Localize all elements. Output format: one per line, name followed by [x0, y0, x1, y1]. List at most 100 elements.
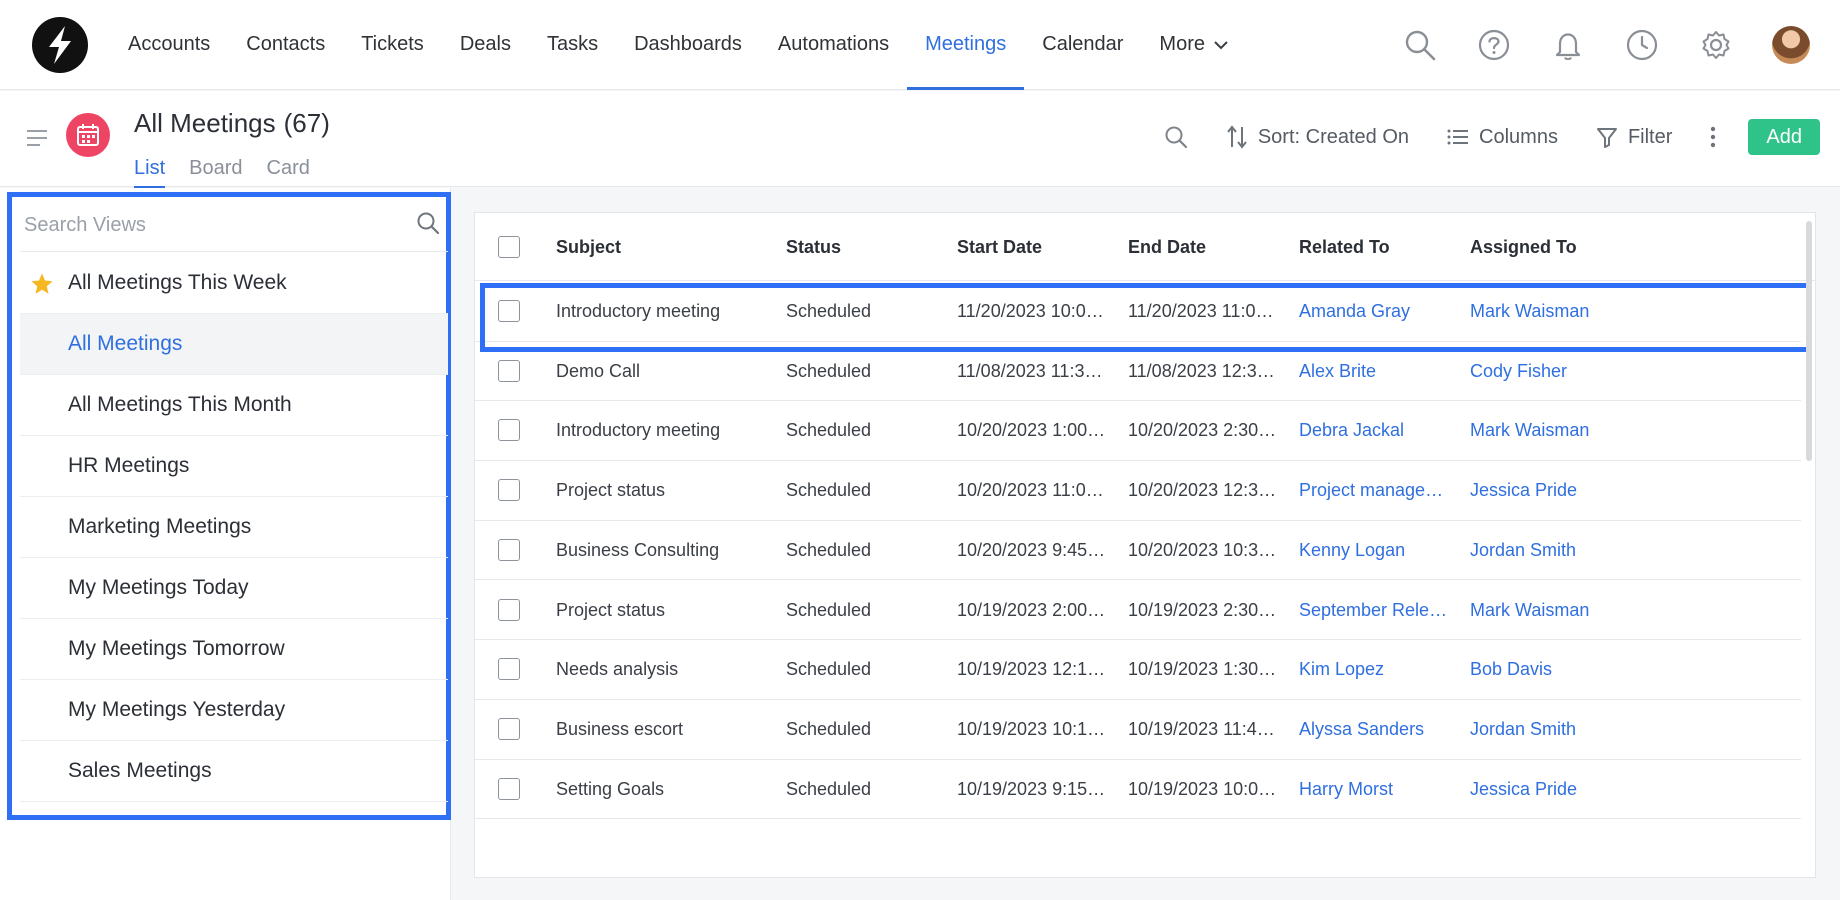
page-gutter: [1816, 188, 1840, 900]
sidebar-toggle-icon[interactable]: [26, 129, 48, 152]
nav-item-deals[interactable]: Deals: [442, 0, 529, 90]
view-item[interactable]: HR Meetings: [20, 436, 448, 497]
column-header-end-date[interactable]: End Date: [1128, 237, 1206, 258]
cell-related-to[interactable]: Kim Lopez: [1299, 659, 1449, 680]
cell-related-to[interactable]: September Relea…: [1299, 600, 1449, 621]
column-header-start-date[interactable]: Start Date: [957, 237, 1042, 258]
views-search[interactable]: Search Views: [20, 197, 448, 252]
cell-related-to[interactable]: Kenny Logan: [1299, 540, 1449, 561]
row-checkbox[interactable]: [498, 717, 520, 740]
cell-related-to[interactable]: Project managem…: [1299, 480, 1449, 501]
cell-related-to[interactable]: Amanda Gray: [1299, 301, 1449, 322]
cell-status: Scheduled: [786, 539, 872, 560]
view-item[interactable]: My Meetings Today: [20, 558, 448, 619]
cell-assigned-to[interactable]: Jessica Pride: [1470, 480, 1620, 501]
view-item[interactable]: My Meetings Yesterday: [20, 680, 448, 741]
star-icon[interactable]: [30, 272, 54, 296]
list-search-button[interactable]: [1164, 125, 1188, 149]
nav-item-automations[interactable]: Automations: [760, 0, 907, 90]
nav-utility-icons: [1402, 0, 1810, 90]
column-header-related-to[interactable]: Related To: [1299, 237, 1390, 258]
column-header-status[interactable]: Status: [786, 237, 841, 258]
row-checkbox[interactable]: [498, 479, 520, 502]
view-item[interactable]: All Meetings This Week: [20, 253, 448, 314]
cell-subject[interactable]: Demo Call: [556, 361, 766, 382]
cell-assigned-to[interactable]: Jessica Pride: [1470, 779, 1620, 800]
table-row[interactable]: Project status Scheduled 10/19/2023 2:00 P…: [475, 581, 1801, 641]
select-all-checkbox[interactable]: [498, 236, 520, 258]
table-row[interactable]: Project status Scheduled 10/20/2023 11:00 …: [475, 461, 1801, 521]
bell-icon[interactable]: [1550, 27, 1586, 63]
view-item[interactable]: Marketing Meetings: [20, 497, 448, 558]
help-icon[interactable]: [1476, 27, 1512, 63]
sort-icon: [1227, 125, 1247, 149]
table-row[interactable]: Demo Call Scheduled 11/08/2023 11:33 … 11/0…: [475, 342, 1801, 402]
avatar[interactable]: [1772, 26, 1810, 64]
nav-item-more[interactable]: More: [1141, 0, 1247, 90]
table-row[interactable]: Business escort Scheduled 10/19/2023 10:15…: [475, 700, 1801, 760]
table-scrollbar[interactable]: [1806, 221, 1812, 461]
cell-assigned-to[interactable]: Bob Davis: [1470, 659, 1620, 680]
nav-item-calendar[interactable]: Calendar: [1024, 0, 1141, 90]
view-item[interactable]: All Meetings: [20, 314, 448, 375]
views-search-input[interactable]: Search Views: [24, 214, 146, 237]
table-row[interactable]: Introductory meeting Scheduled 10/20/2023 …: [475, 401, 1801, 462]
search-icon[interactable]: [1402, 27, 1438, 63]
cell-related-to[interactable]: Harry Morst: [1299, 779, 1449, 800]
nav-item-dashboards[interactable]: Dashboards: [616, 0, 760, 90]
cell-subject[interactable]: Project status: [556, 600, 766, 621]
column-header-assigned-to[interactable]: Assigned To: [1470, 237, 1577, 258]
clock-icon[interactable]: [1624, 27, 1660, 63]
calendar-icon: [66, 113, 110, 157]
nav-item-tickets[interactable]: Tickets: [343, 0, 442, 90]
cell-related-to[interactable]: Debra Jackal: [1299, 420, 1449, 441]
more-options-button[interactable]: [1710, 126, 1716, 148]
filter-button[interactable]: Filter: [1596, 126, 1672, 149]
cell-subject[interactable]: Setting Goals: [556, 779, 766, 800]
nav-item-meetings[interactable]: Meetings: [907, 0, 1025, 90]
nav-item-accounts[interactable]: Accounts: [110, 0, 228, 90]
view-item[interactable]: Sales Meetings: [20, 741, 448, 802]
table-row[interactable]: Needs analysis Scheduled 10/19/2023 12:15 …: [475, 640, 1801, 700]
cell-subject[interactable]: Project status: [556, 480, 766, 501]
column-header-subject[interactable]: Subject: [556, 237, 621, 258]
cell-subject[interactable]: Introductory meeting: [556, 301, 766, 322]
view-item[interactable]: All Meetings This Month: [20, 375, 448, 436]
cell-related-to[interactable]: Alyssa Sanders: [1299, 719, 1449, 740]
row-checkbox[interactable]: [498, 419, 520, 442]
view-item-label: All Meetings: [68, 332, 183, 355]
nav-item-contacts[interactable]: Contacts: [228, 0, 343, 90]
view-item[interactable]: My Meetings Tomorrow: [20, 619, 448, 680]
cell-related-to[interactable]: Alex Brite: [1299, 361, 1449, 382]
sort-button[interactable]: Sort: Created On: [1226, 125, 1409, 149]
tab-list[interactable]: List: [134, 157, 166, 188]
row-checkbox[interactable]: [498, 658, 520, 681]
app-logo[interactable]: [32, 17, 88, 73]
cell-assigned-to[interactable]: Mark Waisman: [1470, 301, 1620, 322]
cell-assigned-to[interactable]: Mark Waisman: [1470, 600, 1620, 621]
row-checkbox[interactable]: [498, 598, 520, 621]
cell-subject[interactable]: Introductory meeting: [556, 420, 766, 441]
tab-board[interactable]: Board: [189, 157, 242, 188]
nav-item-tasks[interactable]: Tasks: [529, 0, 616, 90]
cell-assigned-to[interactable]: Jordan Smith: [1470, 719, 1620, 740]
gear-icon[interactable]: [1698, 27, 1734, 63]
tab-card[interactable]: Card: [267, 157, 310, 188]
cell-subject[interactable]: Needs analysis: [556, 659, 766, 680]
cell-assigned-to[interactable]: Jordan Smith: [1470, 540, 1620, 561]
row-checkbox[interactable]: [498, 359, 520, 382]
row-checkbox[interactable]: [498, 300, 520, 322]
row-checkbox[interactable]: [498, 777, 520, 800]
cell-subject[interactable]: Business escort: [556, 719, 766, 740]
add-button[interactable]: Add: [1748, 119, 1820, 155]
cell-start-date: 10/20/2023 9:45 AM: [957, 539, 1107, 560]
cell-assigned-to[interactable]: Mark Waisman: [1470, 420, 1620, 441]
columns-button[interactable]: Columns: [1447, 126, 1558, 149]
cell-subject[interactable]: Business Consulting: [556, 540, 766, 561]
table-row[interactable]: Setting Goals Scheduled 10/19/2023 9:15 AM…: [475, 760, 1801, 820]
table-row[interactable]: Business Consulting Scheduled 10/20/2023 9…: [475, 521, 1801, 581]
cell-assigned-to[interactable]: Cody Fisher: [1470, 361, 1620, 382]
row-checkbox[interactable]: [498, 538, 520, 561]
search-icon[interactable]: [416, 211, 440, 240]
table-row[interactable]: Introductory meeting Scheduled 11/20/2023 …: [475, 282, 1801, 342]
